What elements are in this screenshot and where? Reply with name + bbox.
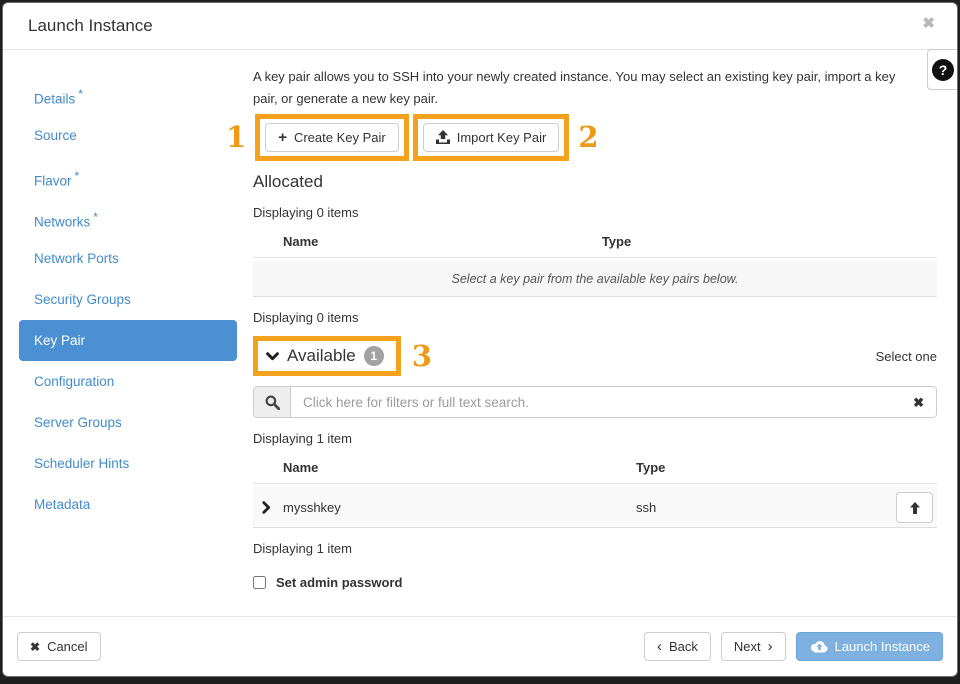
chevron-down-icon[interactable] [266,352,279,361]
available-table-header: Name Type [253,457,937,484]
sidebar-item-label: Metadata [34,497,90,512]
highlight-box-available: Available 1 [253,336,401,376]
sidebar-item-networks[interactable]: Networks* [19,197,237,238]
wizard-nav-buttons: ‹ Back Next › Launch Instance [644,632,943,661]
sidebar-item-scheduler-hints[interactable]: Scheduler Hints [19,443,237,484]
sidebar-item-label: Details [34,92,75,107]
column-header-name: Name [283,234,318,249]
required-asterisk: * [75,169,80,183]
modal-footer: ✖ Cancel ‹ Back Next › Launch Instance [3,616,957,676]
allocated-table-header: Name Type [253,231,937,258]
allocated-empty-row: Select a key pair from the available key… [253,261,937,297]
chevron-left-icon: ‹ [657,639,662,654]
sidebar-item-label: Scheduler Hints [34,456,129,471]
available-table: Name Type mysshkey ssh [253,457,937,528]
sidebar-item-label: Configuration [34,374,114,389]
sidebar-item-label: Server Groups [34,415,122,430]
filter-search-bar: ✖ [253,386,937,418]
arrow-up-icon [909,502,921,514]
sidebar-item-key-pair[interactable]: Key Pair [19,320,237,361]
import-key-pair-label: Import Key Pair [457,130,547,145]
required-asterisk: * [78,87,83,101]
close-icon[interactable]: ✖ [922,14,935,32]
back-label: Back [669,639,698,654]
sidebar-item-label: Networks [34,215,90,230]
clear-search-icon[interactable]: ✖ [913,395,924,411]
sidebar-item-network-ports[interactable]: Network Ports [19,238,237,279]
sidebar-item-flavor[interactable]: Flavor* [19,156,237,197]
annotation-number-3: 3 [412,342,432,371]
sidebar-item-security-groups[interactable]: Security Groups [19,279,237,320]
sidebar-item-details[interactable]: Details* [19,74,237,115]
plus-icon: + [278,130,287,145]
available-heading: Available [287,346,356,366]
table-row-mysshkey: mysshkey ssh [253,487,937,528]
key-pair-step-content: A key pair allows you to SSH into your n… [253,50,957,616]
next-button[interactable]: Next › [721,632,786,661]
allocated-empty-message: Select a key pair from the available key… [452,272,739,286]
allocated-table: Name Type Select a key pair from the ava… [253,231,937,297]
allocated-count-bottom: Displaying 0 items [253,310,937,325]
allocated-count-top: Displaying 0 items [253,205,937,220]
sidebar-item-source[interactable]: Source [19,115,237,156]
annotation-number-2: 2 [578,123,598,152]
import-key-pair-button[interactable]: Import Key Pair [423,123,560,152]
launch-instance-label: Launch Instance [835,639,930,654]
cancel-button[interactable]: ✖ Cancel [17,632,101,661]
key-pair-type-cell: ssh [636,500,656,515]
highlight-box-create: + Create Key Pair [255,114,409,161]
create-key-pair-button[interactable]: + Create Key Pair [265,123,399,152]
column-header-type: Type [602,234,631,249]
set-admin-password-row: Set admin password [253,575,937,590]
set-admin-password-checkbox[interactable] [253,576,266,589]
chevron-right-icon[interactable] [262,501,271,517]
sidebar-item-server-groups[interactable]: Server Groups [19,402,237,443]
modal-body: Details* Source Flavor* Networks* Networ… [3,50,957,616]
set-admin-password-label: Set admin password [276,575,402,590]
column-header-name: Name [283,460,318,475]
sidebar-item-metadata[interactable]: Metadata [19,484,237,525]
create-key-pair-label: Create Key Pair [294,130,386,145]
help-text: A key pair allows you to SSH into your n… [253,66,918,110]
sidebar-item-label: Security Groups [34,292,131,307]
search-input[interactable] [291,387,936,417]
sidebar-item-label: Key Pair [34,333,85,348]
key-pair-name-cell: mysshkey [283,500,341,515]
launch-instance-button[interactable]: Launch Instance [796,632,943,661]
modal-title: Launch Instance [28,16,153,36]
sidebar-item-label: Network Ports [34,251,119,266]
upload-icon [436,130,450,144]
required-asterisk: * [93,210,98,224]
cancel-x-icon: ✖ [30,640,40,654]
column-header-type: Type [636,460,665,475]
sidebar-item-label: Source [34,128,77,143]
highlight-box-import: Import Key Pair [413,114,570,161]
cloud-upload-icon [809,640,828,653]
sidebar-item-label: Flavor [34,174,72,189]
annotation-number-1: 1 [226,123,246,152]
available-section-header: Available 1 3 Select one [253,336,937,376]
select-one-hint: Select one [876,349,937,364]
search-icon[interactable] [254,387,291,417]
modal-header: Launch Instance ✖ [3,3,957,50]
available-count-bottom: Displaying 1 item [253,541,937,556]
launch-instance-modal: Launch Instance ✖ ? Details* Source Flav… [2,2,958,677]
available-count-badge: 1 [364,346,384,366]
allocated-heading: Allocated [253,172,937,192]
cancel-label: Cancel [47,639,87,654]
question-icon: ? [932,59,954,81]
sidebar-item-configuration[interactable]: Configuration [19,361,237,402]
help-button[interactable]: ? [927,49,957,90]
key-pair-actions-row: 1 + Create Key Pair Import Key Pair [226,116,937,158]
available-count-top: Displaying 1 item [253,431,937,446]
back-button[interactable]: ‹ Back [644,632,711,661]
next-label: Next [734,639,761,654]
chevron-right-icon: › [768,639,773,654]
allocate-key-pair-button[interactable] [896,492,933,523]
wizard-steps-sidebar: Details* Source Flavor* Networks* Networ… [3,50,253,616]
